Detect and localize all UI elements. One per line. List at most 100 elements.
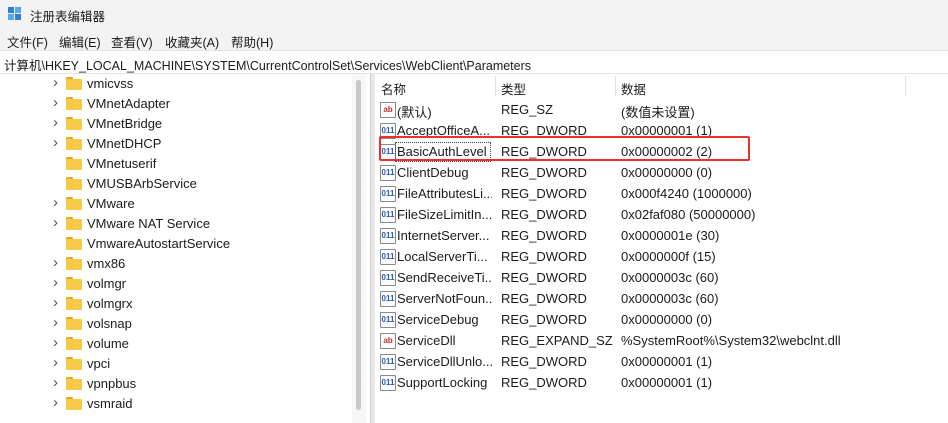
folder-icon [66,217,82,230]
value-name: FileAttributesLi... [397,186,492,201]
tree-item-label: vmx86 [87,256,126,271]
column-header-type-label: 类型 [501,83,527,97]
value-row[interactable]: 011 LocalServerTi... REG_DWORD 0x0000000f (… [375,246,948,267]
key-tree[interactable]: › vmicvss › VMnetAdapter › VMnetBridge › VMnetD… [0,74,370,423]
chevron-right-icon[interactable]: › [53,74,58,91]
address-path[interactable]: 计算机\HKEY_LOCAL_MACHINE\SYSTEM\CurrentCon… [4,55,531,74]
tree-item[interactable]: › VMnetAdapter [0,94,350,114]
value-name: ClientDebug [397,165,469,180]
chevron-right-icon[interactable]: › [53,394,58,411]
tree-item[interactable]: › volsnap [0,314,350,334]
value-row[interactable]: 011 SendReceiveTi... REG_DWORD 0x0000003c (… [375,267,948,288]
value-row[interactable]: ab (默认) REG_SZ (数值未设置) [375,99,948,120]
value-data: 0x02faf080 (50000000) [621,207,756,222]
dword-value-icon: 011 [380,354,396,370]
value-row[interactable]: ab ServiceDll REG_EXPAND_SZ %SystemRoot%\Sy… [375,330,948,351]
value-type: REG_DWORD [501,291,587,306]
tree-item[interactable]: › volume [0,334,350,354]
tree-item-label: volmgrx [87,296,133,311]
tree-item[interactable]: › vmx86 [0,254,350,274]
tree-item-label: VMware NAT Service [87,216,211,231]
chevron-right-icon[interactable]: › [53,274,58,291]
value-type: REG_DWORD [501,312,587,327]
chevron-right-icon[interactable]: › [53,114,58,131]
values-pane[interactable]: 名称 类型 数据 ab (默认) REG_SZ (数值未设置) 011 AcceptOff… [375,74,948,423]
value-type: REG_EXPAND_SZ [501,333,613,348]
value-name: ServiceDebug [397,312,479,327]
tree-item[interactable]: › vpci [0,354,350,374]
tree-item-label: VMnetuserif [87,156,157,171]
value-data: (数值未设置) [621,105,695,120]
value-data: 0x000f4240 (1000000) [621,186,752,201]
address-bar[interactable]: 计算机\HKEY_LOCAL_MACHINE\SYSTEM\CurrentCon… [0,50,948,74]
folder-icon [66,297,82,310]
tree-item-label: vpnpbus [87,376,137,391]
value-name: ServiceDll [397,333,456,348]
tree-item[interactable]: › vpnpbus [0,374,350,394]
folder-icon [66,337,82,350]
value-type: REG_DWORD [501,270,587,285]
tree-item-label: vmicvss [87,76,134,91]
value-row[interactable]: 011 ServiceDllUnlo... REG_DWORD 0x00000001 … [375,351,948,372]
menu-view[interactable]: 查看(V) [111,32,153,51]
chevron-right-icon[interactable]: › [53,294,58,311]
column-separator[interactable] [905,76,906,96]
chevron-right-icon[interactable]: › [53,314,58,331]
menu-help[interactable]: 帮助(H) [231,32,273,51]
value-row[interactable]: 011 FileSizeLimitIn... REG_DWORD 0x02faf080… [375,204,948,225]
value-row[interactable]: 011 ClientDebug REG_DWORD 0x00000000 (0) [375,162,948,183]
tree-item[interactable]: › VMware [0,194,350,214]
dword-value-icon: 011 [380,375,396,391]
column-header-type[interactable]: 类型 [495,74,615,98]
value-row[interactable]: 011 ServiceDebug REG_DWORD 0x00000000 (0) [375,309,948,330]
tree-item-label: VMnetAdapter [87,96,171,111]
tree-item[interactable]: › vsmraid [0,394,350,414]
folder-icon [66,317,82,330]
tree-scrollbar-thumb[interactable] [356,80,361,410]
menu-edit[interactable]: 编辑(E) [59,32,101,51]
value-data: 0x00000001 (1) [621,375,713,390]
tree-item[interactable]: › volmgrx [0,294,350,314]
value-name: SendReceiveTi... [397,270,492,285]
tree-item[interactable]: › VMnetDHCP [0,134,350,154]
folder-icon [66,77,82,90]
folder-icon [66,237,82,250]
column-header-name[interactable]: 名称 [375,74,495,98]
chevron-right-icon[interactable]: › [53,254,58,271]
value-name: InternetServer... [397,228,490,243]
folder-icon [66,357,82,370]
menu-file[interactable]: 文件(F) [7,32,48,51]
column-header-data[interactable]: 数据 [615,74,905,98]
chevron-right-icon[interactable]: › [53,194,58,211]
value-name: LocalServerTi... [397,249,488,264]
menu-favorites[interactable]: 收藏夹(A) [165,32,219,51]
chevron-right-icon[interactable]: › [53,214,58,231]
tree-item[interactable]: VMnetuserif [0,154,350,174]
value-data: 0x00000000 (0) [621,165,713,180]
chevron-right-icon[interactable]: › [53,334,58,351]
chevron-right-icon[interactable]: › [53,94,58,111]
chevron-right-icon[interactable]: › [53,354,58,371]
tree-item[interactable]: VMUSBArbService [0,174,350,194]
tree-item[interactable]: › vmicvss [0,74,350,94]
chevron-right-icon[interactable]: › [53,374,58,391]
folder-icon [66,97,82,110]
dword-value-icon: 011 [380,291,396,307]
tree-scrollbar[interactable] [352,74,366,423]
window-title: 注册表编辑器 [30,10,106,24]
value-name: FileSizeLimitIn... [397,207,492,222]
value-row[interactable]: 011 ServerNotFoun... REG_DWORD 0x0000003c (… [375,288,948,309]
tree-item[interactable]: › VMware NAT Service [0,214,350,234]
folder-icon [66,137,82,150]
value-row[interactable]: 011 InternetServer... REG_DWORD 0x0000001e … [375,225,948,246]
value-row[interactable]: 011 FileAttributesLi... REG_DWORD 0x000f424… [375,183,948,204]
column-header-name-label: 名称 [381,83,407,97]
tree-item[interactable]: › VMnetBridge [0,114,350,134]
dword-value-icon: 011 [380,165,396,181]
dword-value-icon: 011 [380,186,396,202]
tree-item[interactable]: VmwareAutostartService [0,234,350,254]
tree-item[interactable]: › volmgr [0,274,350,294]
chevron-right-icon[interactable]: › [53,134,58,151]
value-row[interactable]: 011 SupportLocking REG_DWORD 0x00000001 (1) [375,372,948,393]
tree-item-label: volmgr [87,276,127,291]
